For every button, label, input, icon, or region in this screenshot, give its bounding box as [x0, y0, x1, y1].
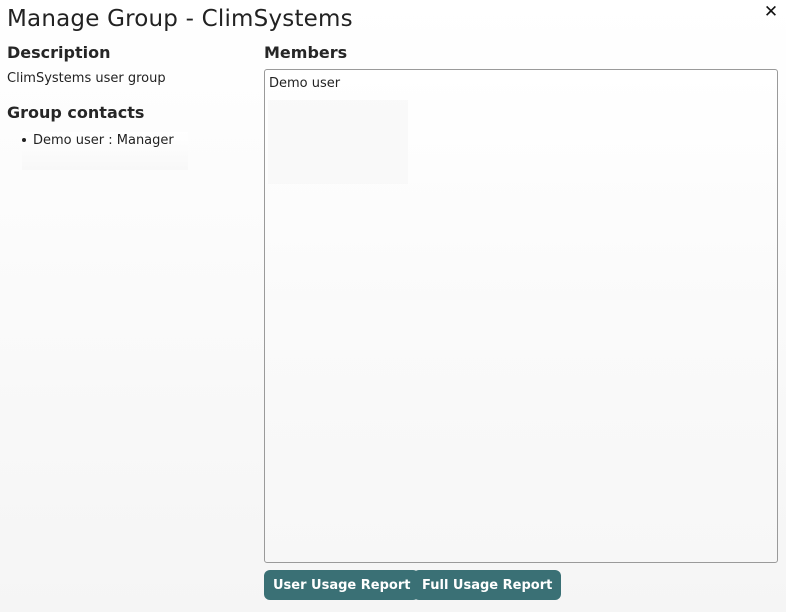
full-usage-report-button[interactable]: Full Usage Report [413, 570, 562, 600]
members-textarea[interactable]: Demo user [264, 69, 778, 563]
group-contacts-list: Demo user : Manager [22, 132, 188, 170]
members-heading: Members [264, 43, 348, 62]
list-item: Demo user : Manager [22, 132, 188, 148]
user-usage-report-button[interactable]: User Usage Report [264, 570, 420, 600]
close-icon[interactable]: ✕ [762, 3, 780, 21]
dialog-title: Manage Group - ClimSystems [7, 6, 353, 32]
contact-label: Demo user : Manager [33, 132, 174, 148]
group-contacts-heading: Group contacts [7, 103, 145, 122]
description-text: ClimSystems user group [7, 71, 166, 86]
bullet-icon [22, 138, 26, 142]
description-heading: Description [7, 43, 111, 62]
